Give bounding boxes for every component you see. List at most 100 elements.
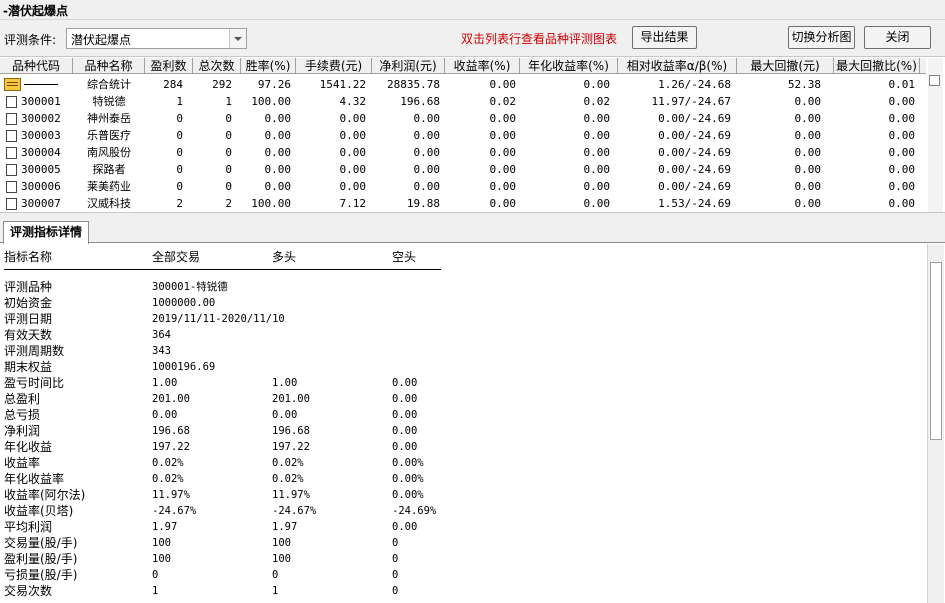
metric-all: 0 bbox=[152, 569, 159, 581]
metric-short: 0.00% bbox=[392, 457, 424, 469]
detail-row: 收益率(阿尔法) 11.97% 11.97% 0.00% bbox=[0, 487, 700, 503]
header-col-total[interactable]: 总次数 bbox=[193, 58, 241, 74]
cell-total: 1 bbox=[225, 95, 232, 108]
cell-maxddr: 0.00 bbox=[888, 129, 916, 142]
cell-profit: 0.00 bbox=[413, 112, 441, 125]
detail-row: 期末权益 1000196.69 bbox=[0, 359, 700, 375]
metric-long: 201.00 bbox=[272, 393, 310, 405]
header-col-code[interactable]: 品种代码 bbox=[0, 58, 73, 74]
table-row[interactable]: 300007 汉威科技 2 2 100.00 7.12 19.88 0.00 0.00 1.53/… bbox=[0, 195, 926, 212]
summary-line bbox=[24, 84, 58, 85]
table-row[interactable]: 300002 神州泰岳 0 0 0.00 0.00 0.00 0.00 0.00 0.00/-24… bbox=[0, 110, 926, 127]
cell-maxddr: 0.00 bbox=[888, 95, 916, 108]
cell-profit: 0.00 bbox=[413, 146, 441, 159]
toolbar: 评测条件: 潜伏起爆点 双击列表行查看品种评测图表 导出结果 切换分析图 关闭 bbox=[0, 20, 945, 57]
document-icon bbox=[6, 113, 17, 125]
cell-profit: 0.00 bbox=[413, 180, 441, 193]
cell-fee: 0.00 bbox=[339, 180, 367, 193]
metric-name: 交易次数 bbox=[4, 584, 53, 598]
metric-name: 评测日期 bbox=[4, 312, 53, 326]
metric-all: 1 bbox=[152, 585, 159, 597]
table-row[interactable]: 300006 莱美药业 0 0 0.00 0.00 0.00 0.00 0.00 0.00/-24… bbox=[0, 178, 926, 195]
table-row[interactable]: 300005 探路者 0 0 0.00 0.00 0.00 0.00 0.00 0.00/-24.… bbox=[0, 161, 926, 178]
header-col-maxddr[interactable]: 最大回撤比(%) bbox=[834, 58, 920, 74]
metric-long: 100 bbox=[272, 553, 291, 565]
scroll-box[interactable] bbox=[929, 75, 940, 86]
detail-tabbar: 评测指标详情 bbox=[0, 220, 945, 244]
header-col-name[interactable]: 品种名称 bbox=[73, 58, 145, 74]
header-col-profit[interactable]: 净利润(元) bbox=[372, 58, 445, 74]
header-col-wins[interactable]: 盈利数 bbox=[145, 58, 193, 74]
cell-code: 300006 bbox=[21, 180, 61, 193]
metric-short: 0.00 bbox=[392, 521, 418, 533]
metric-short: 0.00% bbox=[392, 473, 424, 485]
metric-all: 100 bbox=[152, 553, 171, 565]
metric-short: 0.00% bbox=[392, 489, 424, 501]
cell-winrate: 0.00 bbox=[264, 163, 292, 176]
switch-chart-button[interactable]: 切换分析图 bbox=[788, 26, 855, 49]
cell-annual: 0.02 bbox=[583, 95, 611, 108]
document-icon bbox=[6, 130, 17, 142]
cell-name: 莱美药业 bbox=[87, 180, 131, 193]
cell-name: 南风股份 bbox=[87, 146, 131, 159]
splitter[interactable] bbox=[0, 212, 945, 220]
cell-maxdd: 0.00 bbox=[794, 146, 822, 159]
metric-name: 总盈利 bbox=[4, 392, 41, 406]
hint-text: 双击列表行查看品种评测图表 bbox=[461, 32, 618, 46]
table-row[interactable]: 300004 南风股份 0 0 0.00 0.00 0.00 0.00 0.00 0.00/-24… bbox=[0, 144, 926, 161]
cell-name: 特锐德 bbox=[92, 95, 126, 108]
cell-code: 300003 bbox=[21, 129, 61, 142]
metric-all: 343 bbox=[152, 345, 171, 357]
cell-maxdd: 52.38 bbox=[787, 78, 821, 91]
metric-all: 1000196.69 bbox=[152, 361, 216, 373]
metric-short: 0.00 bbox=[392, 409, 418, 421]
detail-row: 评测品种 300001-特锐德 bbox=[0, 279, 700, 295]
cell-ret: 0.00 bbox=[489, 197, 517, 210]
detail-row: 交易量(股/手) 100 100 0 bbox=[0, 535, 700, 551]
cell-winrate: 100.00 bbox=[251, 95, 291, 108]
metric-name: 年化收益 bbox=[4, 440, 53, 454]
cell-maxdd: 0.00 bbox=[794, 95, 822, 108]
document-icon bbox=[6, 181, 17, 193]
metric-all: 300001-特锐德 bbox=[152, 281, 228, 293]
cell-ret: 0.00 bbox=[489, 146, 517, 159]
cell-maxdd: 0.00 bbox=[794, 180, 822, 193]
export-button[interactable]: 导出结果 bbox=[632, 26, 697, 49]
cell-rel: 1.53/-24.69 bbox=[658, 197, 731, 210]
detail-header-name: 指标名称 bbox=[4, 250, 53, 264]
metric-long: -24.67% bbox=[272, 505, 317, 517]
header-col-winrate[interactable]: 胜率(%) bbox=[241, 58, 296, 74]
cell-wins: 0 bbox=[176, 112, 183, 125]
detail-scrollbar[interactable] bbox=[927, 244, 944, 603]
scroll-thumb[interactable] bbox=[930, 262, 942, 440]
header-col-annual[interactable]: 年化收益率(%) bbox=[520, 58, 618, 74]
cell-winrate: 0.00 bbox=[264, 112, 292, 125]
chevron-down-icon[interactable] bbox=[229, 29, 246, 48]
cell-name: 乐普医疗 bbox=[87, 129, 131, 142]
table-header: 品种代码 品种名称 盈利数 总次数 胜率(%) 手续费(元) 净利润(元) 收益率(%) 年化收… bbox=[0, 58, 926, 74]
metric-name: 总亏损 bbox=[4, 408, 41, 422]
detail-row: 总亏损 0.00 0.00 0.00 bbox=[0, 407, 700, 423]
cell-ret: 0.00 bbox=[489, 129, 517, 142]
tab-detail[interactable]: 评测指标详情 bbox=[3, 221, 89, 244]
condition-select[interactable]: 潜伏起爆点 bbox=[66, 28, 247, 49]
cell-wins: 0 bbox=[176, 180, 183, 193]
header-col-maxdd[interactable]: 最大回撤(元) bbox=[737, 58, 834, 74]
close-button[interactable]: 关闭 bbox=[864, 26, 931, 49]
metric-name: 初始资金 bbox=[4, 296, 53, 310]
metric-all: 197.22 bbox=[152, 441, 190, 453]
document-icon bbox=[6, 96, 17, 108]
header-col-relative[interactable]: 相对收益率α/β(%) bbox=[618, 58, 737, 74]
summary-row[interactable]: 综合统计 284 292 97.26 1541.22 28835.78 0.00 0.00 1.… bbox=[0, 76, 926, 93]
header-col-fee[interactable]: 手续费(元) bbox=[296, 58, 372, 74]
table-row[interactable]: 300001 特锐德 1 1 100.00 4.32 196.68 0.02 0.02 11.97… bbox=[0, 93, 926, 110]
cell-maxddr: 0.00 bbox=[888, 146, 916, 159]
metric-all: 364 bbox=[152, 329, 171, 341]
metric-short: 0.00 bbox=[392, 425, 418, 437]
detail-row: 亏损量(股/手) 0 0 0 bbox=[0, 567, 700, 583]
table-scrollbar[interactable] bbox=[928, 58, 943, 212]
table-row[interactable]: 300003 乐普医疗 0 0 0.00 0.00 0.00 0.00 0.00 0.00/-24… bbox=[0, 127, 926, 144]
metric-name: 评测品种 bbox=[4, 280, 53, 294]
cell-maxddr: 0.00 bbox=[888, 180, 916, 193]
header-col-return[interactable]: 收益率(%) bbox=[445, 58, 520, 74]
